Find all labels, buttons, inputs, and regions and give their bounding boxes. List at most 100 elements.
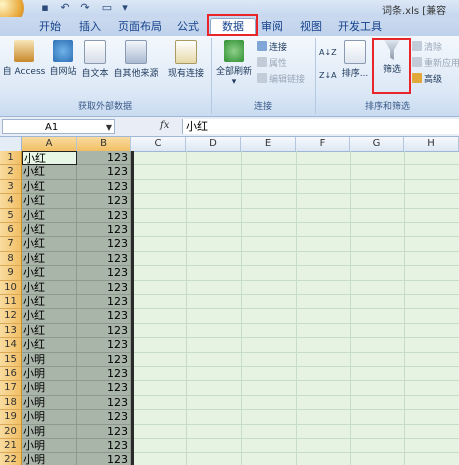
cell[interactable]: 123	[77, 280, 131, 295]
cell[interactable]: 123	[77, 266, 131, 281]
cell[interactable]: 123	[77, 165, 131, 180]
column-header-a[interactable]: A	[22, 137, 77, 151]
row-header[interactable]: 4	[0, 194, 22, 209]
properties-button[interactable]: 属性	[257, 57, 287, 71]
cell[interactable]: 123	[77, 410, 131, 425]
row-header[interactable]: 11	[0, 295, 22, 310]
row-header[interactable]: 20	[0, 424, 22, 439]
print-preview-icon[interactable]: ▭	[100, 1, 114, 15]
cell[interactable]: 小红	[22, 323, 77, 339]
sort-button[interactable]: 排序...	[338, 40, 372, 79]
cell[interactable]: 小红	[22, 179, 77, 195]
cell[interactable]: 小明	[22, 410, 77, 425]
cell[interactable]: 123	[77, 367, 131, 382]
row-header[interactable]: 8	[0, 251, 22, 267]
tab-developer[interactable]: 开发工具	[334, 19, 386, 35]
reapply-filter-button[interactable]: 重新应用	[412, 57, 459, 71]
from-access-button[interactable]: 自 Access	[2, 40, 46, 77]
cell[interactable]: 小明	[22, 453, 77, 465]
cell[interactable]: 123	[77, 453, 131, 465]
cell[interactable]: 小红	[22, 194, 77, 209]
row-header[interactable]: 19	[0, 410, 22, 425]
from-web-button[interactable]: 自网站	[46, 40, 80, 77]
formula-input[interactable]: 小红	[182, 119, 459, 134]
cell[interactable]: 123	[77, 194, 131, 209]
cell[interactable]: 小明	[22, 352, 77, 367]
row-header[interactable]: 5	[0, 208, 22, 223]
edit-links-button[interactable]: 编辑链接	[257, 73, 305, 87]
tab-insert[interactable]: 插入	[74, 19, 106, 35]
save-icon[interactable]: ▪	[38, 1, 52, 15]
column-header-d[interactable]: D	[186, 137, 241, 151]
cell[interactable]: 123	[77, 323, 131, 339]
cell[interactable]: 123	[77, 338, 131, 353]
cell[interactable]: 123	[77, 179, 131, 195]
cell[interactable]: 123	[77, 295, 131, 310]
row-header[interactable]: 3	[0, 179, 22, 195]
name-box[interactable]: A1 ▼	[2, 119, 115, 134]
row-header[interactable]: 2	[0, 165, 22, 180]
tab-formulas[interactable]: 公式	[172, 19, 204, 35]
active-cell[interactable]: 小红	[22, 151, 77, 166]
row-header[interactable]: 15	[0, 352, 22, 367]
function-icon[interactable]: fx	[160, 120, 169, 131]
row-header[interactable]: 6	[0, 223, 22, 238]
cell[interactable]: 123	[77, 151, 131, 166]
row-header[interactable]: 18	[0, 395, 22, 411]
cell[interactable]: 小红	[22, 280, 77, 295]
cell[interactable]: 123	[77, 395, 131, 411]
cell[interactable]: 123	[77, 251, 131, 267]
cell[interactable]: 123	[77, 237, 131, 252]
cell[interactable]: 123	[77, 208, 131, 223]
cell[interactable]: 小红	[22, 251, 77, 267]
sort-ascending-button[interactable]: A↓Z	[319, 46, 337, 60]
qat-customize-icon[interactable]: ▾	[118, 1, 132, 15]
chevron-down-icon[interactable]: ▼	[106, 120, 112, 135]
clear-filter-button[interactable]: 清除	[412, 41, 442, 55]
cell[interactable]: 小明	[22, 367, 77, 382]
row-header[interactable]: 16	[0, 367, 22, 382]
cell[interactable]: 小明	[22, 381, 77, 396]
row-header[interactable]: 22	[0, 453, 22, 465]
cell[interactable]: 小明	[22, 424, 77, 439]
row-header[interactable]: 13	[0, 323, 22, 339]
sort-descending-button[interactable]: Z↓A	[319, 69, 337, 83]
row-header[interactable]: 7	[0, 237, 22, 252]
tab-view[interactable]: 视图	[296, 19, 326, 35]
cell[interactable]: 小明	[22, 395, 77, 411]
cell[interactable]: 123	[77, 223, 131, 238]
cell[interactable]: 小明	[22, 439, 77, 454]
connections-button[interactable]: 连接	[257, 41, 287, 55]
cell[interactable]: 123	[77, 309, 131, 324]
cell[interactable]: 小红	[22, 266, 77, 281]
select-all-corner[interactable]	[0, 137, 22, 151]
tab-page-layout[interactable]: 页面布局	[114, 19, 166, 35]
column-header-f[interactable]: F	[296, 137, 350, 151]
cell[interactable]: 小红	[22, 208, 77, 223]
cell[interactable]: 123	[77, 424, 131, 439]
refresh-all-button[interactable]: 全部刷新 ▾	[214, 40, 254, 87]
from-other-sources-button[interactable]: 自其他来源	[110, 40, 162, 79]
column-header-g[interactable]: G	[350, 137, 404, 151]
worksheet-grid[interactable]: A B C D E F G H 1 小红 123 2 小红 123 3 小红 123 4 小红 123…	[0, 137, 459, 465]
column-header-h[interactable]: H	[404, 137, 459, 151]
cell[interactable]: 小红	[22, 165, 77, 180]
cell[interactable]: 123	[77, 381, 131, 396]
column-header-e[interactable]: E	[241, 137, 296, 151]
cell[interactable]: 小红	[22, 309, 77, 324]
row-header[interactable]: 10	[0, 280, 22, 295]
cell[interactable]: 123	[77, 352, 131, 367]
tab-review[interactable]: 审阅	[257, 19, 287, 35]
row-header[interactable]: 9	[0, 266, 22, 281]
row-header[interactable]: 17	[0, 381, 22, 396]
advanced-filter-button[interactable]: 高级	[412, 73, 442, 87]
existing-connections-button[interactable]: 现有连接	[164, 40, 208, 79]
cell[interactable]: 小红	[22, 295, 77, 310]
undo-icon[interactable]: ↶	[58, 1, 72, 15]
column-header-b[interactable]: B	[77, 137, 131, 151]
tab-home[interactable]: 开始	[34, 19, 66, 35]
column-header-c[interactable]: C	[131, 137, 186, 151]
row-header[interactable]: 21	[0, 439, 22, 454]
row-header[interactable]: 12	[0, 309, 22, 324]
cell[interactable]: 小红	[22, 338, 77, 353]
